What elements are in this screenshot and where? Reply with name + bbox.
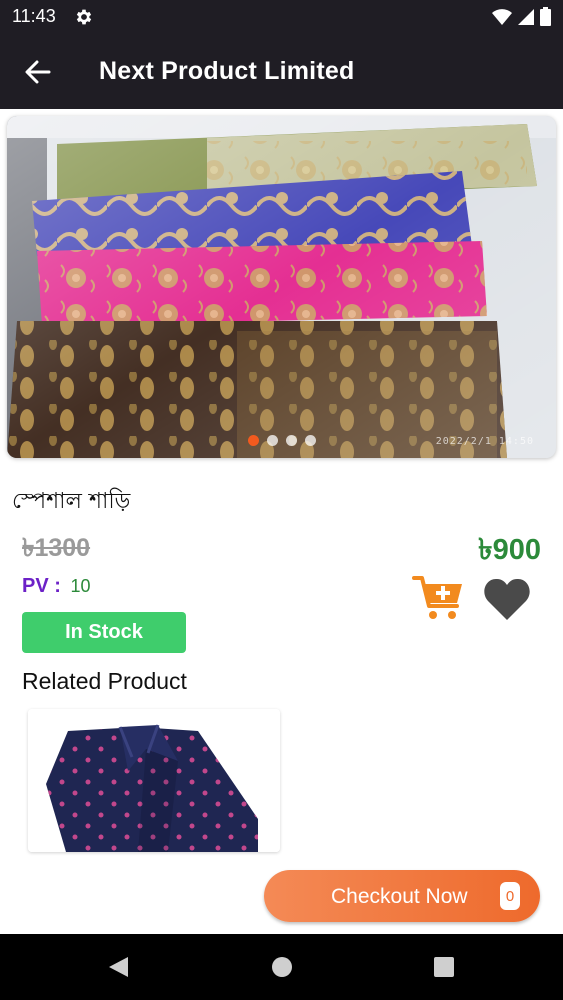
status-bar: 11:43 bbox=[0, 0, 563, 34]
photo-date-stamp: 2022/2/1 14:50 bbox=[435, 436, 534, 447]
back-button[interactable] bbox=[20, 54, 56, 90]
system-navigation-bar bbox=[0, 934, 563, 1000]
stock-status-badge: In Stock bbox=[22, 612, 186, 653]
pv-value: 10 bbox=[70, 576, 91, 596]
pv-label: PV : bbox=[22, 575, 61, 597]
related-product-image bbox=[28, 709, 280, 852]
related-product-card[interactable] bbox=[28, 709, 280, 852]
product-image bbox=[7, 116, 556, 458]
carousel-dot[interactable] bbox=[266, 435, 278, 446]
checkout-label: Checkout Now bbox=[331, 885, 468, 908]
heart-icon bbox=[484, 578, 530, 620]
product-image-carousel[interactable]: 2022/2/1 14:50 bbox=[7, 116, 556, 458]
sale-price: ৳900 bbox=[478, 534, 541, 566]
carousel-dot[interactable] bbox=[304, 435, 316, 446]
page-title: Next Product Limited bbox=[99, 57, 355, 85]
recents-square-icon[interactable] bbox=[431, 954, 457, 980]
pv-row: PV : 10 bbox=[22, 575, 91, 598]
add-to-cart-button[interactable] bbox=[412, 572, 464, 622]
wifi-icon bbox=[492, 8, 512, 25]
favorite-button[interactable] bbox=[483, 576, 531, 622]
original-price: ৳1300 bbox=[22, 534, 91, 562]
carousel-dot[interactable] bbox=[247, 435, 259, 446]
app-bar: Next Product Limited bbox=[0, 34, 563, 109]
arrow-left-icon bbox=[25, 60, 51, 84]
gear-icon bbox=[76, 9, 92, 25]
cart-count-badge: 0 bbox=[500, 882, 520, 910]
back-triangle-icon[interactable] bbox=[106, 954, 132, 980]
cart-plus-icon bbox=[412, 576, 462, 619]
battery-icon bbox=[540, 7, 551, 26]
status-time: 11:43 bbox=[12, 6, 56, 26]
carousel-dot[interactable] bbox=[285, 435, 297, 446]
related-products-heading: Related Product bbox=[22, 668, 187, 694]
checkout-button[interactable]: Checkout Now 0 bbox=[264, 870, 540, 922]
product-name: স্পেশাল শাড়ি bbox=[12, 489, 131, 514]
home-circle-icon[interactable] bbox=[269, 954, 295, 980]
signal-icon bbox=[518, 8, 534, 25]
